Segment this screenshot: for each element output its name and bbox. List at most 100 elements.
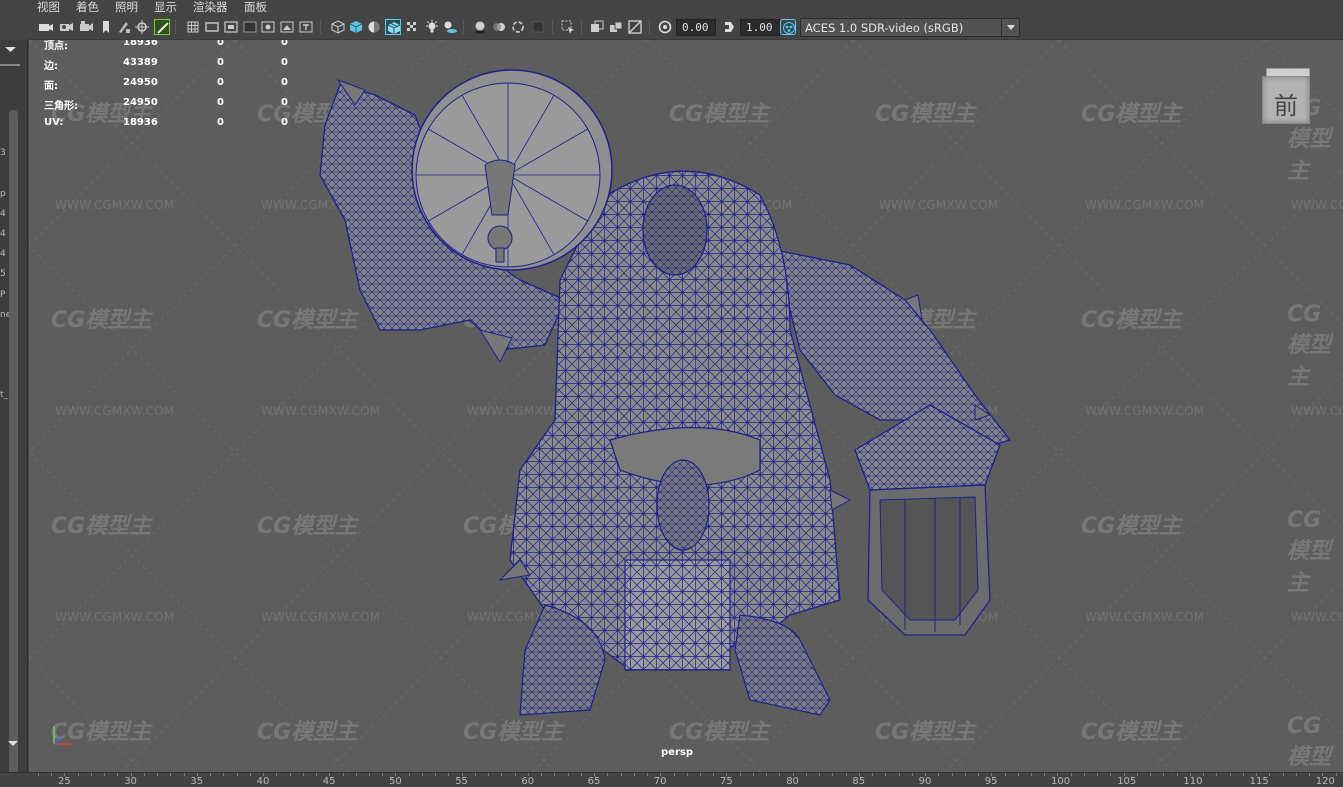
wireframe-icon[interactable] xyxy=(330,19,346,35)
timeline-tick xyxy=(554,773,556,776)
camera-attributes-icon[interactable] xyxy=(58,19,74,35)
hud-value: 24950 xyxy=(123,97,158,108)
xray-joints-icon[interactable] xyxy=(608,19,624,35)
timeline-tick xyxy=(1216,773,1218,776)
model-shield xyxy=(411,69,613,271)
menu-view[interactable]: 视图 xyxy=(37,0,60,15)
timeline-tick xyxy=(1309,773,1311,776)
timeline-tick xyxy=(1136,773,1138,776)
field-chart-icon[interactable] xyxy=(260,19,276,35)
textured-icon[interactable] xyxy=(404,19,420,35)
menu-shading[interactable]: 着色 xyxy=(76,0,99,15)
grid-icon[interactable] xyxy=(185,19,201,35)
color-management-icon[interactable] xyxy=(780,19,796,35)
menu-show[interactable]: 显示 xyxy=(154,0,177,15)
timeline-tick xyxy=(276,773,278,776)
timeline-tick xyxy=(38,773,39,776)
model-lantern xyxy=(854,404,1001,636)
timeline-tick xyxy=(607,773,609,776)
chevron-down-icon[interactable] xyxy=(1001,19,1019,36)
time-slider[interactable]: 25 30 35 40 45 50 55 60 65 70 75 80 85 90 95 100 105 110 1… xyxy=(0,772,1343,787)
hud-value: 0 xyxy=(281,97,288,108)
menu-panels[interactable]: 面板 xyxy=(244,0,267,15)
exposure-field[interactable]: 0.00 xyxy=(676,19,716,36)
timeline-tick xyxy=(594,773,596,776)
timeline-tick xyxy=(951,773,953,776)
timeline-tick xyxy=(633,773,635,776)
use-default-material-icon[interactable] xyxy=(366,19,382,35)
timeline-tick xyxy=(1203,773,1205,776)
depth-of-field-icon[interactable] xyxy=(530,19,546,35)
menu-renderer[interactable]: 渲染器 xyxy=(193,0,228,15)
timeline-frame-label: 40 xyxy=(256,776,270,787)
view-cube[interactable]: 前 xyxy=(1262,68,1312,126)
smooth-shade-icon[interactable] xyxy=(348,19,364,35)
motion-blur-icon[interactable] xyxy=(491,19,507,35)
color-space-dropdown[interactable]: ACES 1.0 SDR-video (sRGB) xyxy=(800,18,1020,37)
xray-icon[interactable] xyxy=(589,19,605,35)
safe-action-icon[interactable] xyxy=(279,19,295,35)
gamma-icon[interactable] xyxy=(721,19,737,35)
timeline-tick xyxy=(302,773,304,776)
timeline-tick xyxy=(819,773,821,776)
timeline-tick xyxy=(541,773,543,776)
timeline-tick xyxy=(858,773,860,776)
left-panel-scrollbar[interactable] xyxy=(9,110,18,772)
timeline-tick xyxy=(421,773,423,776)
timeline-tick xyxy=(1322,773,1324,776)
timeline-tick xyxy=(382,773,384,776)
model-head xyxy=(642,184,708,276)
camera-icon[interactable] xyxy=(38,19,54,35)
timeline-tick xyxy=(355,773,357,776)
hud-value: 0 xyxy=(281,40,288,48)
use-all-lights-icon[interactable] xyxy=(424,19,440,35)
timeline-frame-label: 110 xyxy=(1183,776,1203,787)
pan-zoom-icon[interactable] xyxy=(116,19,132,35)
timeline-tick xyxy=(474,773,476,776)
toolbar-separator xyxy=(320,20,321,34)
safe-title-icon[interactable] xyxy=(298,19,314,35)
timeline-tick xyxy=(210,773,212,776)
toolbar-separator xyxy=(552,20,553,34)
isolate-select-icon[interactable] xyxy=(560,19,576,35)
timeline-frame-label: 30 xyxy=(124,776,137,787)
timeline-tick xyxy=(77,773,79,776)
xray-components-icon[interactable] xyxy=(627,19,643,35)
exposure-icon[interactable] xyxy=(657,19,673,35)
wireframe-on-shaded-icon[interactable] xyxy=(385,19,401,35)
scroll-down-arrow-icon[interactable] xyxy=(6,738,20,748)
grease-pencil-icon[interactable] xyxy=(134,19,150,35)
view-cube-front-face[interactable]: 前 xyxy=(1262,76,1310,124)
timeline-tick xyxy=(369,773,370,776)
screen-space-ao-icon[interactable] xyxy=(472,19,488,35)
left-panel-collapse-arrow[interactable] xyxy=(3,44,18,54)
3d-viewport[interactable]: CG模型主CG模型主CG模型主CG模型主CG模型主CG模型主CG模型主CG模型主… xyxy=(29,40,1343,772)
timeline-frame-label: 60 xyxy=(521,776,535,787)
timeline-tick xyxy=(1057,773,1059,776)
highlight-tool-icon[interactable] xyxy=(154,19,170,35)
timeline-tick xyxy=(527,773,529,776)
gate-mask-icon[interactable] xyxy=(242,19,258,35)
timeline-tick xyxy=(660,773,662,776)
menu-lighting[interactable]: 照明 xyxy=(115,0,138,15)
timeline-tick xyxy=(1004,773,1006,776)
left-panel: 3 p 4 4 4 5 P ne t_ xyxy=(0,40,28,772)
left-panel-text: 3 xyxy=(0,148,6,158)
hud-value: 43389 xyxy=(123,57,158,68)
character-model-wireframe[interactable] xyxy=(29,40,1343,772)
film-gate-icon[interactable] xyxy=(204,19,220,35)
image-plane-icon[interactable] xyxy=(98,19,114,35)
bookmark-icon[interactable] xyxy=(78,19,94,35)
timeline-frame-label: 120 xyxy=(1315,776,1335,787)
hud-value: 0 xyxy=(281,77,288,88)
camera-name-label: persp xyxy=(661,747,693,758)
shadows-icon[interactable] xyxy=(442,19,458,35)
resolution-gate-icon[interactable] xyxy=(223,19,239,35)
timeline-tick xyxy=(1335,773,1337,776)
hud-value: 0 xyxy=(217,40,224,48)
hud-value: 18936 xyxy=(123,40,158,48)
gamma-field[interactable]: 1.00 xyxy=(740,19,780,36)
timeline-frame-label: 50 xyxy=(389,776,402,787)
multisample-aa-icon[interactable] xyxy=(510,19,526,35)
toolbar-separator xyxy=(175,20,176,34)
